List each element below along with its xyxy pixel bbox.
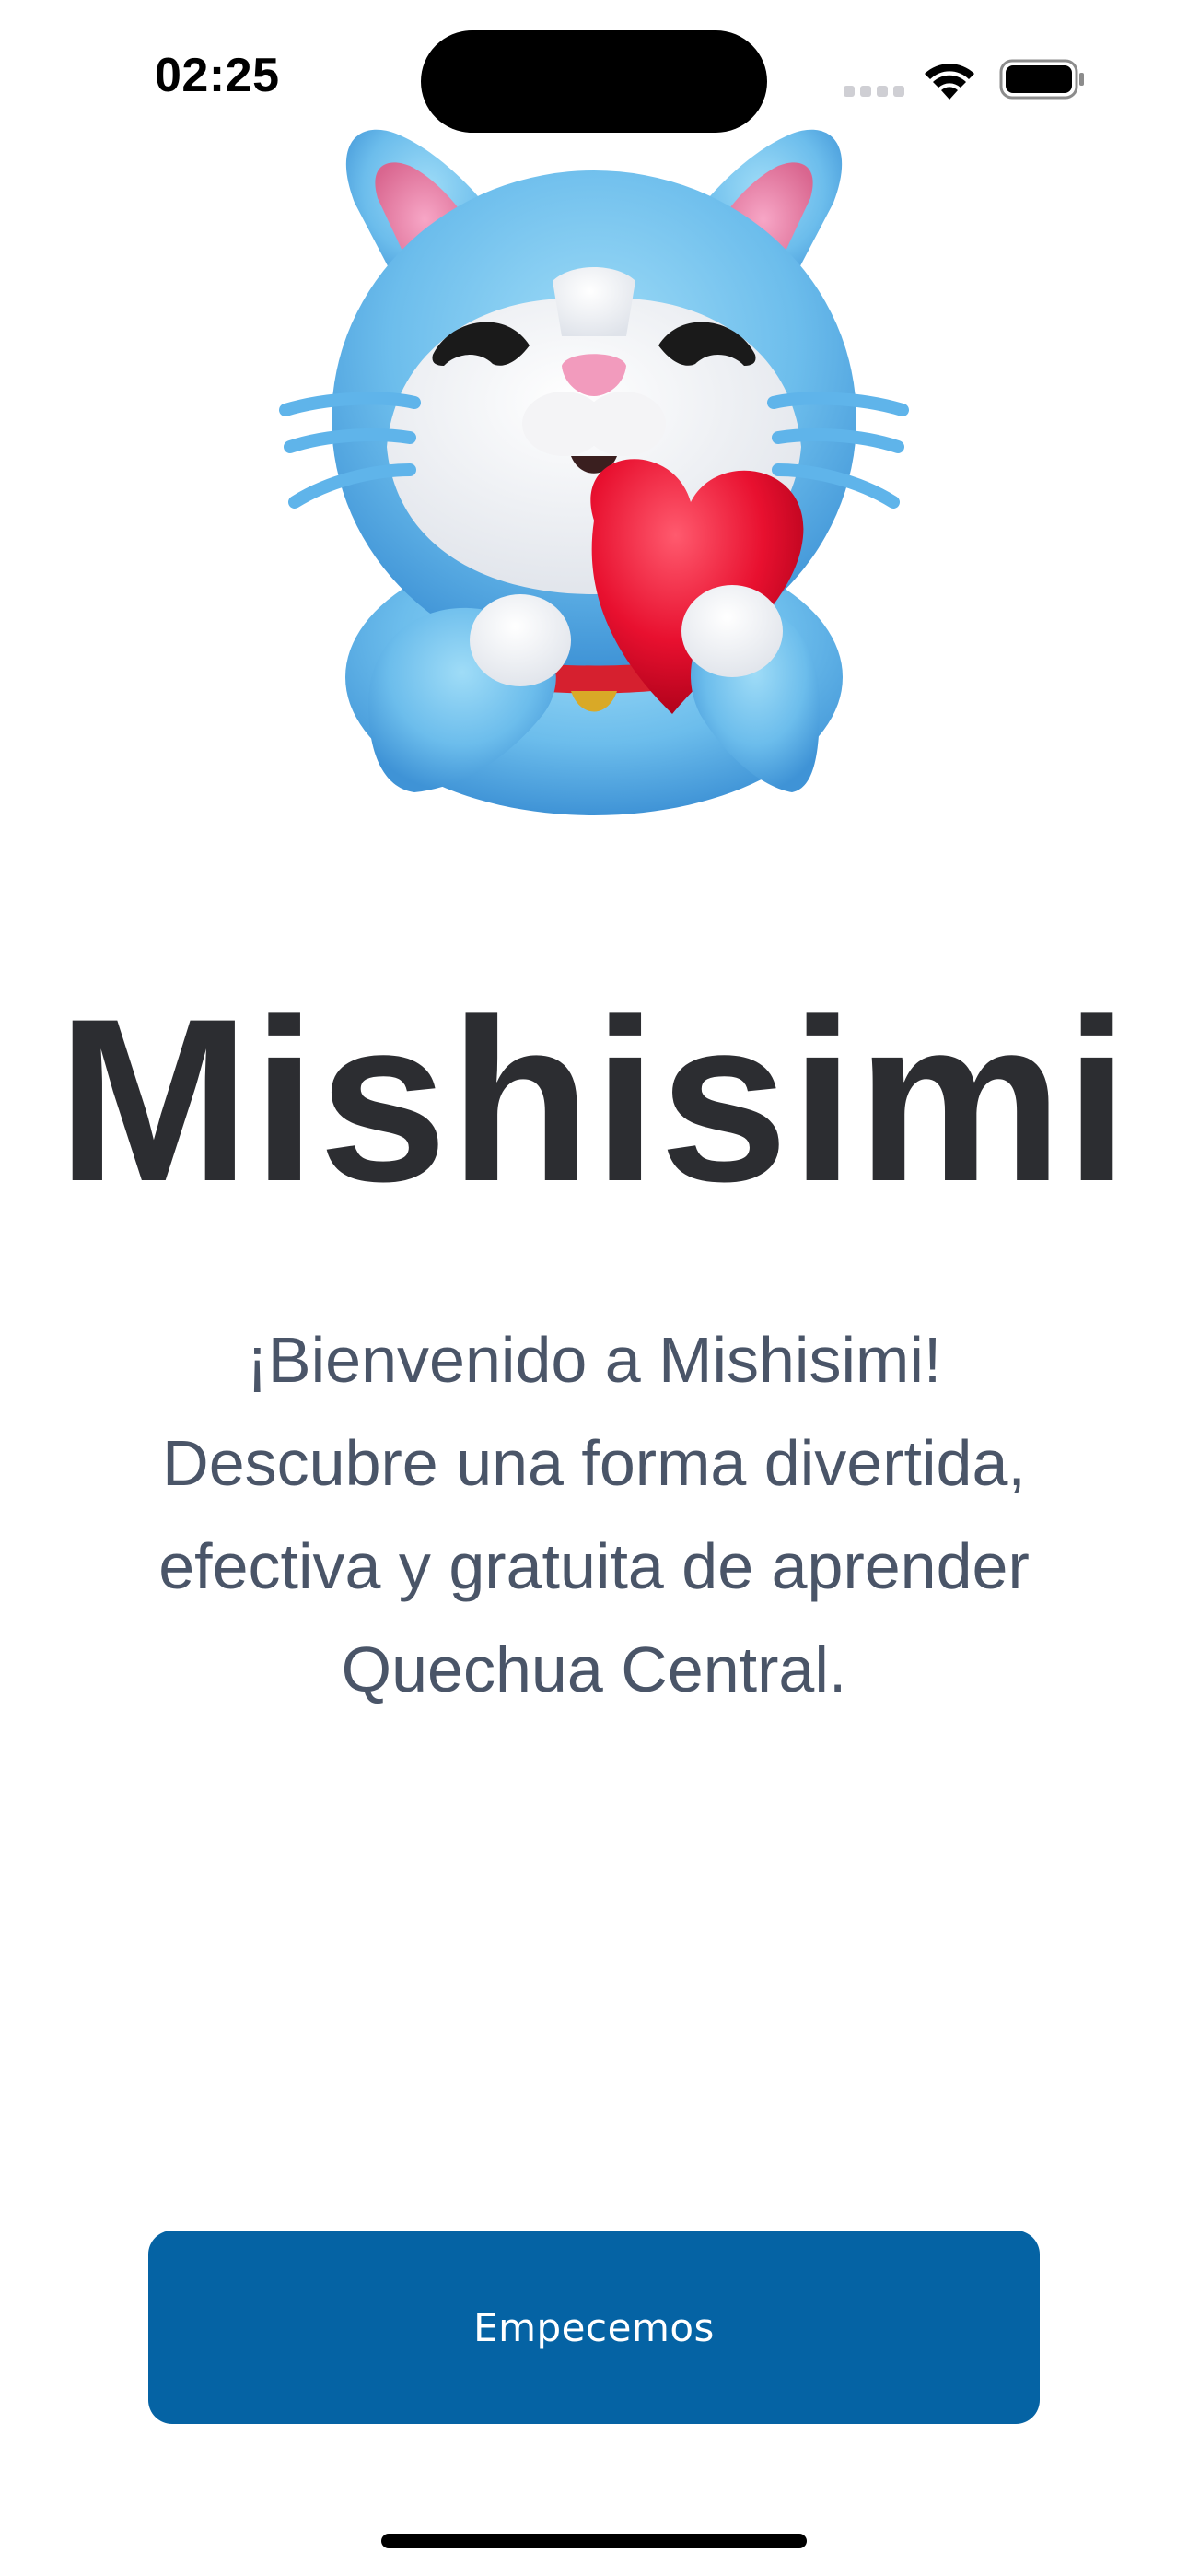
welcome-line: Descubre una forma divertida, [162,1427,1026,1499]
home-indicator[interactable] [381,2534,807,2548]
status-time: 02:25 [155,49,280,102]
wifi-icon [925,64,974,100]
cat-mascot-illustration [279,129,909,815]
app-title: Mishisimi [56,971,1132,1230]
welcome-message: ¡Bienvenido a Mishisimi! Descubre una fo… [37,1308,1151,1721]
welcome-line: Quechua Central. [341,1633,847,1705]
welcome-line: efectiva y gratuita de aprender [158,1530,1030,1602]
battery-icon [999,59,1084,100]
start-button[interactable]: Empecemos [148,2231,1040,2424]
welcome-line: ¡Bienvenido a Mishisimi! [246,1324,942,1396]
cellular-signal-icon [844,86,904,99]
